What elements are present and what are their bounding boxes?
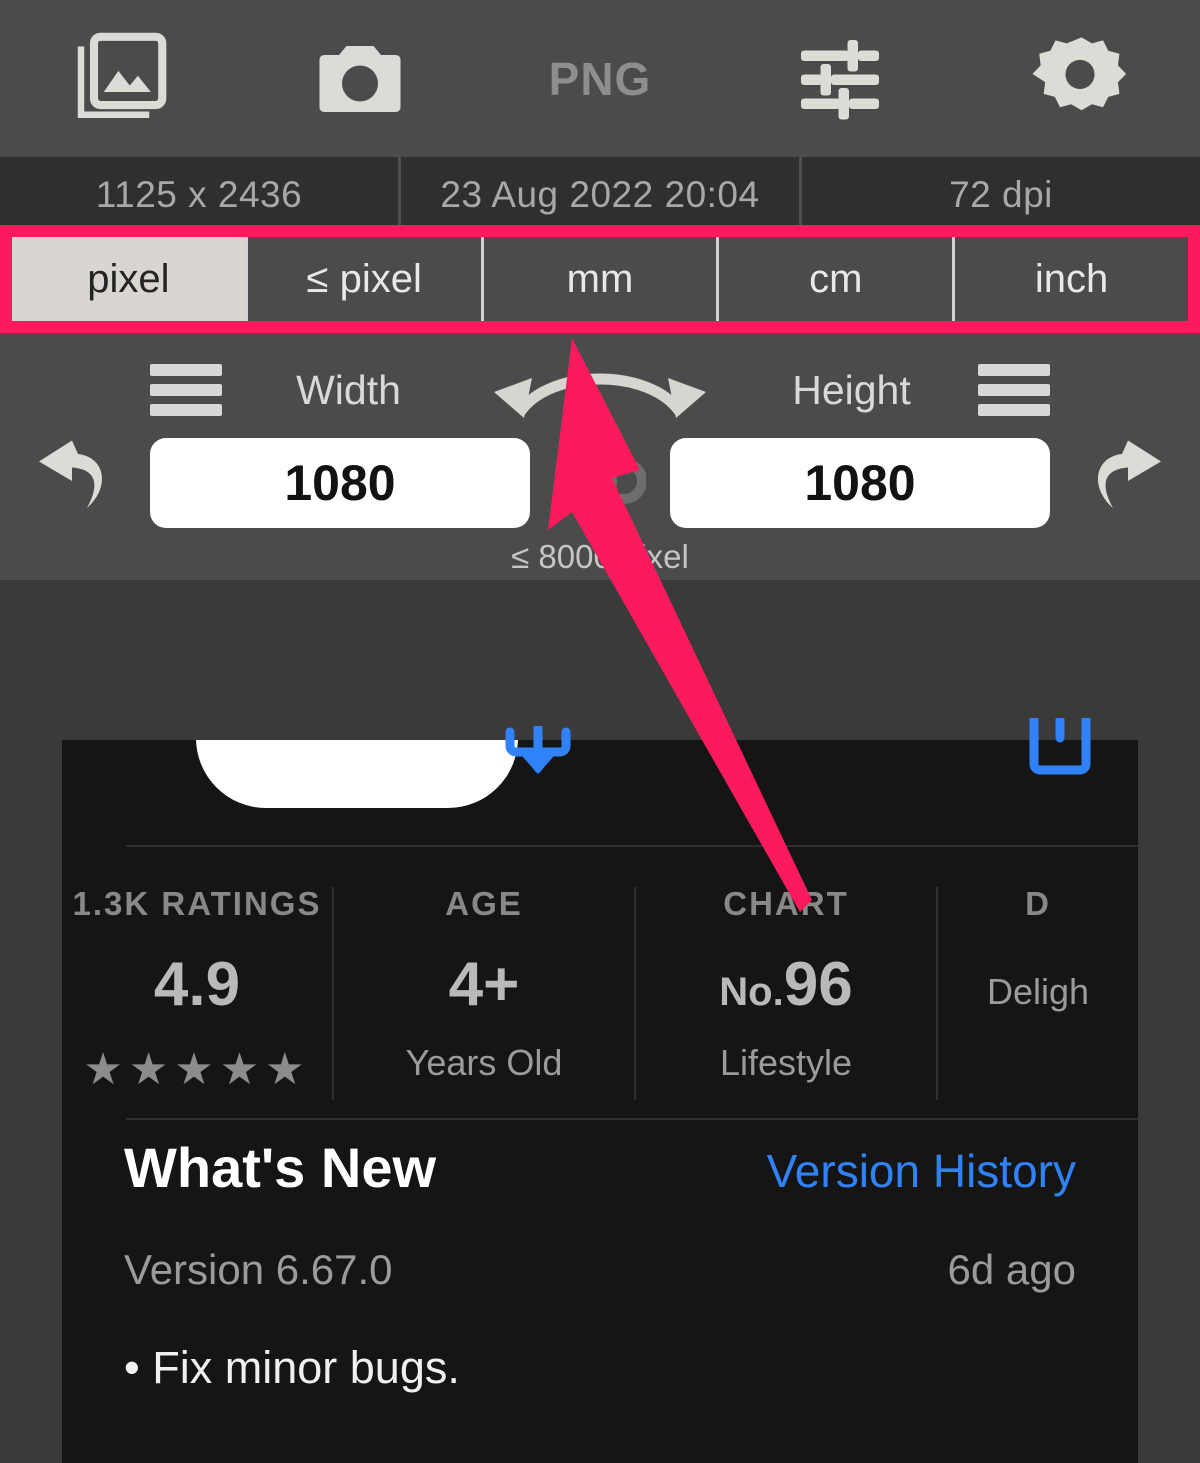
- app-root: PNG 1125 x 2436 23 Aug 2022 20:04 72 dpi…: [0, 0, 1200, 1463]
- size-inputs-row: 1080 1080: [0, 433, 1200, 533]
- stat-chart-prefix: No.: [719, 970, 784, 1014]
- stat-age-caption: AGE: [445, 885, 523, 922]
- image-info-strip: 1125 x 2436 23 Aug 2022 20:04 72 dpi: [0, 157, 1200, 232]
- adjustments-icon: [792, 31, 888, 127]
- adjustments-button[interactable]: [720, 0, 960, 157]
- png-format-label: PNG: [548, 52, 652, 105]
- unit-tab-max-pixel-label: ≤ pixel: [306, 256, 422, 301]
- height-input-value: 1080: [804, 455, 916, 511]
- height-input[interactable]: 1080: [670, 438, 1050, 528]
- unit-tab-pixel-label: pixel: [87, 256, 170, 301]
- undo-icon: [27, 433, 123, 534]
- stat-age-sub: Years Old: [405, 1042, 563, 1083]
- info-dimensions: 1125 x 2436: [95, 173, 303, 215]
- width-label: Width: [296, 366, 401, 413]
- size-labels-row: Width Height: [0, 355, 1200, 425]
- png-format-button[interactable]: PNG: [480, 0, 720, 157]
- whats-new-title: What's New: [124, 1136, 437, 1199]
- size-limit-note: ≤ 8000 pixel: [511, 538, 689, 575]
- unit-tab-cm-label: cm: [809, 256, 863, 301]
- stat-age-value: 4+: [448, 950, 520, 1019]
- unit-tab-inch[interactable]: inch: [952, 237, 1188, 321]
- stat-developer: D Deligh: [938, 865, 1138, 1110]
- whats-new-header: What's New Version History: [62, 1135, 1138, 1200]
- photo-library-icon: [68, 27, 172, 131]
- whats-new-ago: 6d ago: [947, 1246, 1076, 1293]
- unit-tab-mm-label: mm: [566, 256, 634, 301]
- share-icon[interactable]: [1022, 715, 1098, 803]
- app-stats-row: 1.3K RATINGS 4.9 ★★★★★ AGE 4+ Years Old …: [62, 865, 1138, 1110]
- camera-icon: [312, 31, 408, 127]
- stat-ratings: 1.3K RATINGS 4.9 ★★★★★: [62, 865, 332, 1110]
- whats-new-version: Version 6.67.0: [124, 1246, 393, 1293]
- redo-button[interactable]: [1050, 433, 1200, 534]
- gear-icon: [1031, 30, 1129, 128]
- whats-new-section: What's New Version History Version 6.67.…: [62, 1135, 1138, 1394]
- whats-new-note: • Fix minor bugs.: [124, 1342, 460, 1393]
- chain-link-icon: [554, 446, 647, 521]
- whatsnew-divider: [126, 1118, 1138, 1120]
- stat-ratings-value: 4.9: [153, 950, 241, 1019]
- stat-chart-caption: CHART: [723, 885, 849, 922]
- swap-arrows-icon: [480, 354, 720, 427]
- unit-tab-cm[interactable]: cm: [716, 237, 953, 321]
- version-history-link[interactable]: Version History: [767, 1144, 1076, 1198]
- camera-button[interactable]: [240, 0, 480, 157]
- stats-top-divider: [126, 845, 1138, 847]
- stat-ratings-stars: ★★★★★: [83, 1045, 311, 1094]
- app-icon: [196, 740, 518, 808]
- height-label: Height: [792, 366, 911, 413]
- width-input[interactable]: 1080: [150, 438, 530, 528]
- download-get-icon[interactable]: [500, 723, 576, 801]
- stat-developer-sub: Deligh: [986, 971, 1090, 1012]
- size-panel: Width Height 1080 1080 ≤ 8000 pixel: [0, 333, 1200, 580]
- unit-tabs-highlight: pixel ≤ pixel mm cm inch: [0, 225, 1200, 333]
- width-menu-icon[interactable]: [150, 364, 222, 416]
- whats-new-meta: Version 6.67.0 6d ago: [62, 1246, 1138, 1294]
- info-datetime: 23 Aug 2022 20:04: [398, 157, 799, 232]
- settings-button[interactable]: [960, 0, 1200, 157]
- stat-age: AGE 4+ Years Old: [334, 865, 634, 1110]
- unit-tab-pixel[interactable]: pixel: [12, 237, 245, 321]
- unit-tab-max-pixel[interactable]: ≤ pixel: [244, 237, 481, 321]
- photo-library-button[interactable]: [0, 0, 240, 157]
- height-menu-icon[interactable]: [978, 364, 1050, 416]
- unit-tab-inch-label: inch: [1034, 256, 1109, 301]
- stat-developer-caption: D: [1025, 885, 1051, 922]
- stat-chart: CHART No.96 Lifestyle: [636, 865, 936, 1110]
- unit-tabs: pixel ≤ pixel mm cm inch: [12, 237, 1188, 321]
- info-dpi: 72 dpi: [799, 157, 1200, 232]
- undo-button[interactable]: [0, 433, 150, 534]
- swap-dimensions-button[interactable]: [475, 354, 725, 427]
- width-input-value: 1080: [284, 455, 396, 511]
- unit-tab-mm[interactable]: mm: [480, 237, 717, 321]
- stat-ratings-caption: 1.3K RATINGS: [72, 885, 322, 922]
- stat-chart-sub: Lifestyle: [719, 1042, 853, 1083]
- top-toolbar: PNG: [0, 0, 1200, 157]
- stat-chart-number: 96: [783, 950, 853, 1019]
- redo-icon: [1077, 433, 1173, 534]
- stat-chart-value: No.96: [719, 949, 852, 1020]
- link-aspect-button[interactable]: [530, 446, 670, 521]
